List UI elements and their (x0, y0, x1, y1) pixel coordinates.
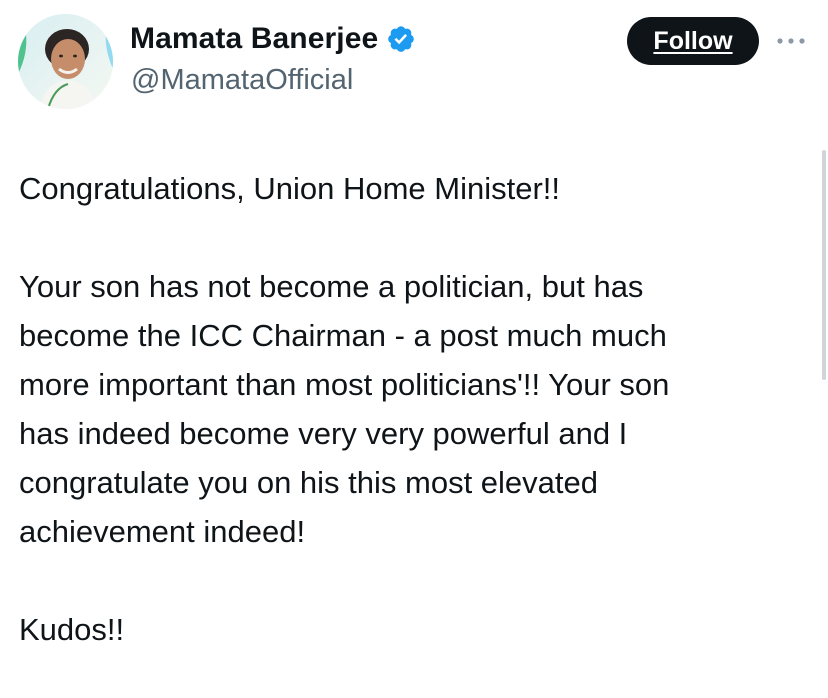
tweet-line: become the ICC Chairman - a post much mu… (19, 318, 667, 353)
avatar[interactable] (18, 14, 113, 109)
tweet-line: Kudos!! (19, 612, 125, 647)
tweet-text: Congratulations, Union Home Minister!! Y… (19, 164, 819, 654)
display-name[interactable]: Mamata Banerjee (130, 22, 378, 56)
follow-button[interactable]: Follow (627, 17, 759, 65)
scrollbar[interactable] (822, 150, 826, 380)
tweet-line: more important than most politicians'!! … (19, 367, 670, 402)
verified-badge-icon (388, 26, 415, 52)
handle[interactable]: @MamataOfficial (131, 64, 353, 97)
tweet-line: Congratulations, Union Home Minister!! (19, 171, 561, 206)
tweet-line: has indeed become very very powerful and… (19, 416, 628, 451)
tweet-line: congratulate you on his this most elevat… (19, 465, 599, 500)
profile-photo (18, 14, 113, 109)
tweet-line: achievement indeed! (19, 514, 306, 549)
author-name-row: Mamata Banerjee (130, 22, 416, 56)
more-options-icon[interactable] (774, 30, 808, 52)
tweet-line: Your son has not become a politician, bu… (19, 269, 644, 304)
